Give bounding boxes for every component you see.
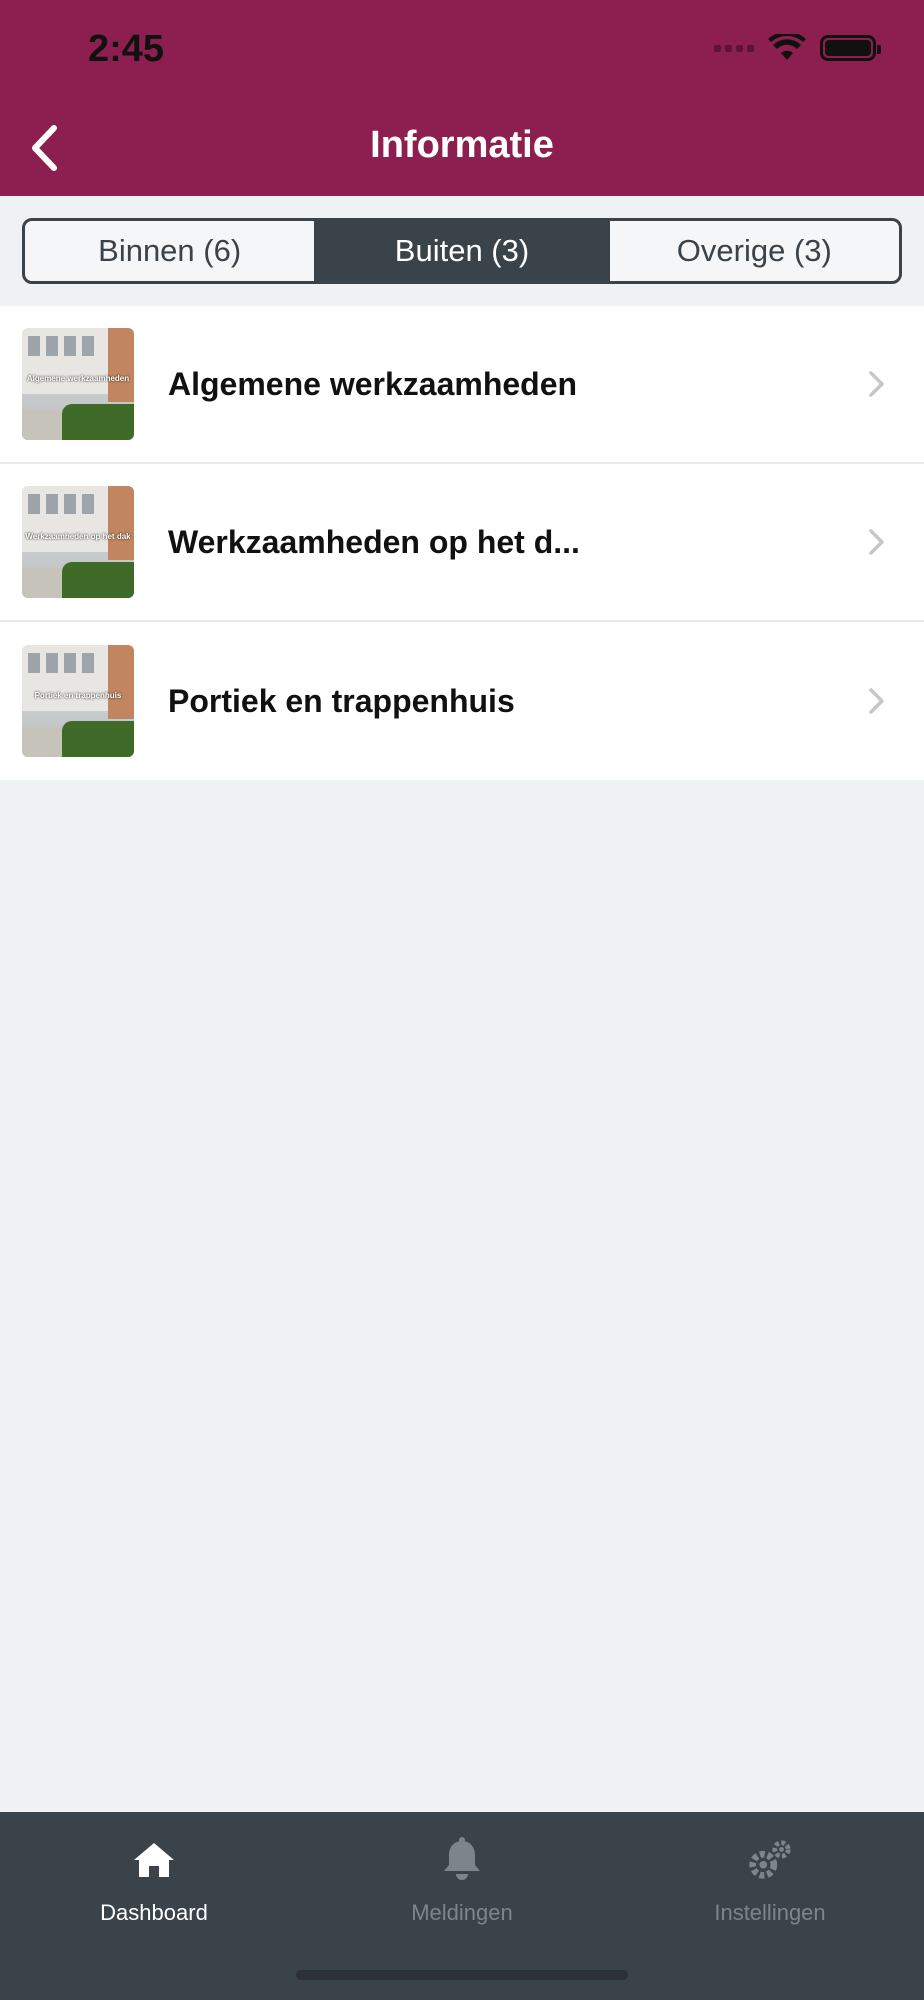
list-item[interactable]: Algemene werkzaamheden Algemene werkzaam…	[0, 306, 924, 464]
thumbnail-caption: Werkzaamheden op het dak	[25, 532, 131, 541]
tab-label: Instellingen	[714, 1900, 826, 1925]
home-icon	[130, 1836, 178, 1884]
chevron-right-icon	[869, 529, 884, 555]
page-title: Informatie	[370, 124, 554, 166]
segment-binnen[interactable]: Binnen (6)	[25, 221, 318, 281]
header: 2:45 Informatie	[0, 0, 924, 196]
screen: 2:45 Informatie Binnen (6) Buiten (3) Ov…	[0, 0, 924, 2000]
thumbnail-caption: Algemene werkzaamheden	[26, 374, 130, 383]
info-list: Algemene werkzaamheden Algemene werkzaam…	[0, 306, 924, 780]
list-item[interactable]: Werkzaamheden op het dak Werkzaamheden o…	[0, 464, 924, 622]
list-item-title: Werkzaamheden op het d...	[168, 523, 580, 560]
status-icons	[714, 34, 881, 62]
bell-icon	[438, 1836, 486, 1884]
home-indicator	[296, 1970, 628, 1980]
segment-buiten[interactable]: Buiten (3)	[317, 221, 610, 281]
battery-icon	[820, 35, 881, 61]
thumbnail-image: Portiek en trappenhuis	[22, 645, 134, 757]
chevron-right-icon	[869, 688, 884, 714]
list-item-title: Algemene werkzaamheden	[168, 365, 578, 402]
list-item[interactable]: Portiek en trappenhuis Portiek en trappe…	[0, 622, 924, 780]
status-time: 2:45	[88, 28, 165, 70]
tab-instellingen[interactable]: Instellingen	[616, 1812, 924, 2000]
signal-icon	[714, 44, 754, 52]
list-item-title: Portiek en trappenhuis	[168, 682, 515, 719]
chevron-right-icon	[869, 371, 884, 397]
tab-label: Meldingen	[411, 1900, 513, 1925]
thumbnail-caption: Portiek en trappenhuis	[34, 691, 122, 700]
segment-overige[interactable]: Overige (3)	[610, 221, 899, 281]
tab-label: Dashboard	[100, 1900, 208, 1925]
thumbnail-image: Werkzaamheden op het dak	[22, 486, 134, 598]
gears-icon	[746, 1836, 794, 1884]
tab-dashboard[interactable]: Dashboard	[0, 1812, 308, 2000]
segmented-control: Binnen (6) Buiten (3) Overige (3)	[22, 218, 902, 284]
thumbnail-image: Algemene werkzaamheden	[22, 328, 134, 440]
wifi-icon	[768, 34, 806, 60]
